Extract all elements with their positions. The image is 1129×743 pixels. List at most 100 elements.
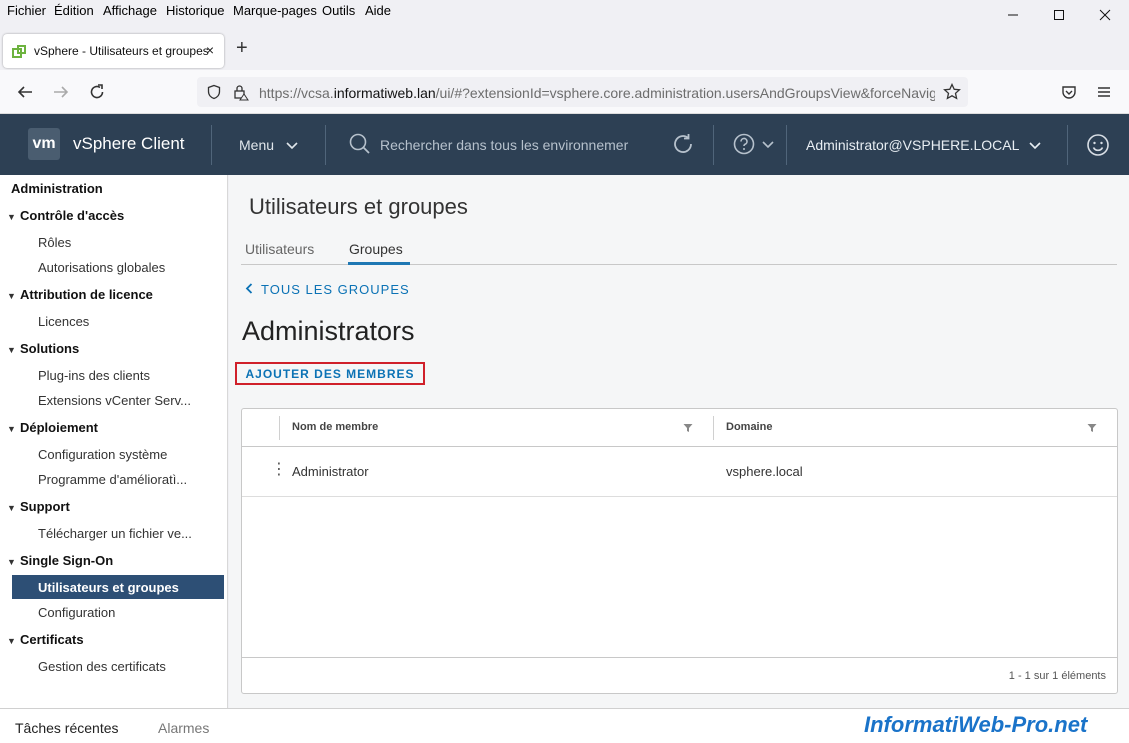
close-icon: [1099, 9, 1111, 21]
search-icon[interactable]: [349, 133, 371, 155]
add-members-button[interactable]: AJOUTER DES MEMBRES: [235, 362, 425, 385]
bookmark-star-icon[interactable]: [943, 83, 961, 101]
caret-down-icon: ▼: [7, 212, 16, 222]
row-actions-kebab-icon[interactable]: ⋮: [271, 462, 287, 478]
maximize-icon: [1054, 10, 1064, 20]
back-button[interactable]: [14, 81, 36, 103]
chevron-left-icon: [245, 283, 253, 294]
tab-title: vSphere - Utilisateurs et groupes: [34, 44, 209, 58]
menu-outils[interactable]: Outils: [322, 3, 355, 18]
forward-arrow-icon: [54, 86, 69, 98]
vsphere-favicon-icon: [12, 45, 26, 58]
table-row[interactable]: ⋮ Administrator vsphere.local: [242, 447, 1117, 497]
column-header-domain[interactable]: Domaine: [726, 421, 772, 433]
minimize-button[interactable]: [990, 0, 1036, 30]
menu-historique[interactable]: Historique: [166, 3, 225, 18]
app-name[interactable]: vSphere Client: [73, 134, 185, 154]
caret-down-icon: ▼: [7, 424, 16, 434]
column-divider: [713, 416, 714, 440]
menu-marque-pages[interactable]: Marque-pages: [233, 3, 317, 18]
sidebar-section-deployment[interactable]: ▼ Déploiement: [7, 420, 98, 435]
vm-logo[interactable]: vm: [28, 128, 60, 160]
caret-down-icon: ▼: [7, 345, 16, 355]
forward-button[interactable]: [50, 81, 72, 103]
global-search-input[interactable]: Rechercher dans tous les environnemer: [380, 137, 628, 153]
reload-button[interactable]: [86, 81, 108, 103]
back-arrow-icon: [17, 86, 32, 98]
item-count: 1 - 1 sur 1 éléments: [1008, 670, 1106, 682]
pocket-button[interactable]: [1058, 81, 1080, 103]
url-text: https://vcsa.informatiweb.lan/ui/#?exten…: [259, 85, 935, 101]
recent-tasks-tab[interactable]: Tâches récentes: [15, 720, 119, 736]
members-table: Nom de membre Domaine ⋮ Administrator vs…: [241, 408, 1118, 694]
minimize-icon: [1008, 14, 1018, 16]
column-divider: [279, 416, 280, 440]
chevron-down-icon[interactable]: [762, 141, 774, 149]
tabs-row: Utilisateurs Groupes: [241, 238, 1117, 265]
sidebar-item-client-plugins[interactable]: Plug-ins des clients: [38, 368, 150, 383]
vsphere-header: vm vSphere Client Menu Rechercher dans t…: [0, 114, 1129, 175]
header-divider: [325, 125, 326, 165]
reload-icon: [90, 84, 104, 99]
sidebar-item-improvement-program[interactable]: Programme d'amélioratì...: [38, 472, 187, 487]
sidebar-section-certificates[interactable]: ▼ Certificats: [7, 632, 84, 647]
all-groups-link[interactable]: TOUS LES GROUPES: [245, 282, 410, 297]
filter-icon[interactable]: [683, 423, 693, 433]
chevron-down-icon: [1029, 142, 1041, 150]
sidebar-item-upload-file[interactable]: Télécharger un fichier ve...: [38, 526, 192, 541]
sidebar-item-global-permissions[interactable]: Autorisations globales: [38, 260, 165, 275]
member-domain-cell: vsphere.local: [726, 464, 803, 479]
caret-down-icon: ▼: [7, 503, 16, 513]
sidebar-item-users-and-groups[interactable]: Utilisateurs et groupes: [38, 580, 179, 595]
lock-warning-icon[interactable]: [232, 83, 250, 101]
sidebar-section-support[interactable]: ▼ Support: [7, 499, 70, 514]
sidebar-section-access-control[interactable]: ▼ Contrôle d'accès: [7, 208, 124, 223]
browser-menubar: Fichier Édition Affichage Historique Mar…: [0, 0, 1129, 30]
alarms-tab[interactable]: Alarmes: [158, 720, 209, 736]
header-divider: [1067, 125, 1068, 165]
pocket-icon: [1062, 86, 1076, 99]
sidebar-item-licenses[interactable]: Licences: [38, 314, 89, 329]
menu-fichier[interactable]: Fichier: [7, 3, 46, 18]
sidebar-section-solutions[interactable]: ▼ Solutions: [7, 341, 79, 356]
browser-tab[interactable]: vSphere - Utilisateurs et groupes ×: [3, 34, 224, 68]
sidebar-item-certificate-management[interactable]: Gestion des certificats: [38, 659, 166, 674]
chevron-down-icon: [286, 142, 298, 150]
active-tab-underline: [348, 262, 410, 265]
feedback-smiley-icon[interactable]: [1086, 133, 1110, 157]
menu-aide[interactable]: Aide: [365, 3, 391, 18]
header-divider: [713, 125, 714, 165]
menu-dropdown[interactable]: Menu: [239, 137, 298, 153]
caret-down-icon: ▼: [7, 636, 16, 646]
help-icon[interactable]: [733, 133, 755, 155]
url-bar[interactable]: https://vcsa.informatiweb.lan/ui/#?exten…: [197, 77, 968, 107]
table-footer: 1 - 1 sur 1 éléments: [242, 657, 1117, 694]
filter-icon[interactable]: [1087, 423, 1097, 433]
sidebar-section-licensing[interactable]: ▼ Attribution de licence: [7, 287, 153, 302]
refresh-icon[interactable]: [671, 132, 695, 156]
maximize-button[interactable]: [1036, 0, 1082, 30]
main-content: Utilisateurs et groupes Utilisateurs Gro…: [229, 175, 1129, 708]
watermark-logo: InformatiWeb-Pro.net: [864, 712, 1088, 737]
sidebar-title: Administration: [11, 181, 103, 196]
header-divider: [211, 125, 212, 165]
browser-navbar: https://vcsa.informatiweb.lan/ui/#?exten…: [0, 70, 1129, 114]
tab-close-icon[interactable]: ×: [206, 42, 214, 58]
sidebar-section-sso[interactable]: ▼ Single Sign-On: [7, 553, 113, 568]
sidebar-item-vcenter-extensions[interactable]: Extensions vCenter Serv...: [38, 393, 191, 408]
shield-icon[interactable]: [206, 84, 222, 100]
tab-groups[interactable]: Groupes: [349, 241, 403, 257]
new-tab-button[interactable]: +: [236, 38, 248, 58]
column-header-member-name[interactable]: Nom de membre: [292, 421, 378, 433]
tab-users[interactable]: Utilisateurs: [245, 241, 314, 257]
hamburger-menu-button[interactable]: [1093, 81, 1115, 103]
menu-edition[interactable]: Édition: [54, 3, 94, 18]
sidebar-item-roles[interactable]: Rôles: [38, 235, 71, 250]
close-window-button[interactable]: [1082, 0, 1128, 30]
page-title: Utilisateurs et groupes: [249, 194, 468, 219]
sidebar-item-system-configuration[interactable]: Configuration système: [38, 447, 167, 462]
table-header: Nom de membre Domaine: [242, 409, 1117, 447]
menu-affichage[interactable]: Affichage: [103, 3, 157, 18]
user-menu[interactable]: Administrator@VSPHERE.LOCAL: [806, 137, 1041, 153]
sidebar-item-sso-configuration[interactable]: Configuration: [38, 605, 115, 620]
